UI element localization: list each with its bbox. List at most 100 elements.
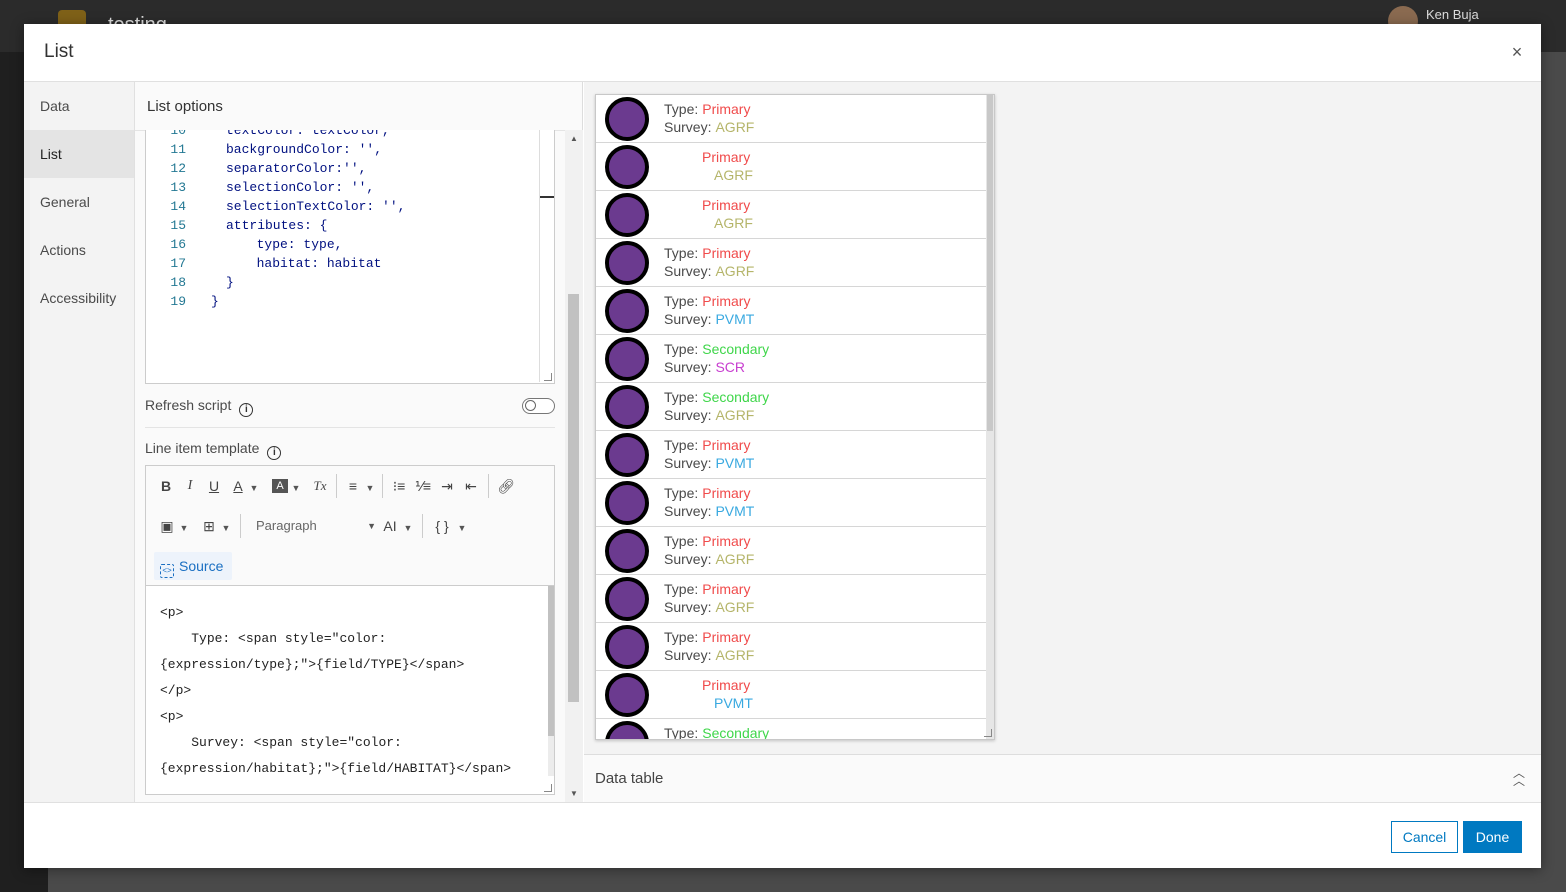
script-code-editor[interactable]: 10 textColor: textColor, 11 backgroundColor… xyxy=(145,130,555,384)
chevron-down-icon[interactable]: ▼ xyxy=(178,514,190,538)
item-type-line: Type: Primary xyxy=(664,484,754,502)
source-button-label: Source xyxy=(179,558,224,574)
item-symbol-icon xyxy=(605,145,649,189)
scroll-up-icon[interactable]: ▲ xyxy=(565,134,583,143)
bulleted-list-icon[interactable]: ⁝≡ xyxy=(390,474,408,498)
close-icon[interactable]: × xyxy=(1507,42,1527,62)
survey-value: SCR xyxy=(715,359,746,375)
list-item[interactable]: Type: Primary Survey: AGRF xyxy=(596,623,988,671)
type-value: Primary xyxy=(702,485,751,501)
resize-handle-icon[interactable] xyxy=(544,373,552,381)
dialog-footer: Cancel Done xyxy=(24,802,1541,868)
italic-button[interactable]: I xyxy=(182,474,198,498)
toolbar-divider xyxy=(422,514,423,538)
list-item[interactable]: Type: Secondary xyxy=(596,719,988,739)
scroll-down-icon[interactable]: ▼ xyxy=(565,789,583,798)
scrollbar-thumb[interactable] xyxy=(568,294,579,702)
list-scrollbar[interactable] xyxy=(986,95,994,739)
paragraph-format-select[interactable]: Paragraph ▼ xyxy=(254,514,376,538)
item-type-line: Type: Primary xyxy=(664,292,754,310)
item-text: Type: Secondary Survey: SCR xyxy=(664,340,769,376)
info-icon[interactable]: i xyxy=(267,446,282,460)
list-options-title: List options xyxy=(147,98,223,115)
survey-value: PVMT xyxy=(715,455,755,471)
refresh-script-toggle[interactable] xyxy=(522,398,555,414)
nav-item-list[interactable]: List xyxy=(24,130,134,178)
chevron-down-icon[interactable]: ▼ xyxy=(402,514,414,538)
indent-icon[interactable]: ⇥ xyxy=(438,474,456,498)
list-item[interactable]: Type: Primary Survey: AGRF xyxy=(596,527,988,575)
list-item[interactable]: Type: Primary Survey: AGRF xyxy=(596,575,988,623)
code-line: 14 selectionTextColor: '', xyxy=(146,199,554,218)
chevron-down-icon[interactable]: ▼ xyxy=(248,474,260,498)
list-preview-area: Type: Primary Survey: AGRF Primary AGRF Primar… xyxy=(584,82,1541,754)
list-item[interactable]: Type: Primary Survey: PVMT xyxy=(596,287,988,335)
survey-value: AGRF xyxy=(715,599,755,615)
list-item[interactable]: Primary AGRF xyxy=(596,143,988,191)
survey-label: Survey: xyxy=(664,455,712,471)
type-label: Type: xyxy=(664,389,699,405)
type-label: Type: xyxy=(664,293,699,309)
resize-handle-icon[interactable] xyxy=(984,729,992,737)
background-color-button[interactable]: A xyxy=(272,479,288,493)
chevron-double-up-icon[interactable]: ︿ ︿ xyxy=(1513,767,1525,787)
item-symbol-icon xyxy=(605,529,649,573)
outdent-icon[interactable]: ⇤ xyxy=(462,474,480,498)
list-item[interactable]: Type: Secondary Survey: SCR xyxy=(596,335,988,383)
done-button[interactable]: Done xyxy=(1463,821,1522,853)
chevron-down-icon[interactable]: ▼ xyxy=(220,514,232,538)
chevron-down-icon[interactable]: ▼ xyxy=(290,474,302,498)
clear-formatting-button[interactable]: Tx xyxy=(310,474,330,498)
item-symbol-icon xyxy=(605,625,649,669)
source-button[interactable]: <> Source xyxy=(154,552,232,580)
item-symbol-icon xyxy=(605,289,649,333)
source-icon: <> xyxy=(160,564,174,578)
template-scrollbar[interactable] xyxy=(548,586,554,776)
info-icon[interactable]: i xyxy=(239,403,254,417)
link-icon[interactable]: 🔗︎ xyxy=(496,474,516,498)
scrollbar-thumb[interactable] xyxy=(548,586,554,736)
item-survey-line: Survey: AGRF xyxy=(664,550,754,568)
survey-label: Survey: xyxy=(664,359,712,375)
nav-item-actions[interactable]: Actions xyxy=(24,226,134,274)
list-item[interactable]: Primary AGRF xyxy=(596,191,988,239)
chevron-down-icon[interactable]: ▼ xyxy=(456,514,468,538)
item-survey-line: Survey: AGRF xyxy=(664,118,754,136)
template-source-textarea[interactable]: <p> Type: <span style="color: {expressio… xyxy=(148,588,548,776)
list-item[interactable]: Type: Primary Survey: PVMT xyxy=(596,479,988,527)
list-item[interactable]: Type: Secondary Survey: AGRF xyxy=(596,383,988,431)
nav-item-accessibility[interactable]: Accessibility xyxy=(24,274,134,322)
item-symbol-icon xyxy=(605,577,649,621)
underline-button[interactable]: U xyxy=(206,474,222,498)
insert-table-icon[interactable]: ⊞ xyxy=(200,514,218,538)
insert-image-icon[interactable]: ▣ xyxy=(158,514,176,538)
nav-item-data[interactable]: Data xyxy=(24,82,134,130)
resize-handle-icon[interactable] xyxy=(544,784,552,792)
nav-item-general[interactable]: General xyxy=(24,178,134,226)
data-table-section[interactable]: Data table ︿ ︿ xyxy=(584,754,1541,802)
align-icon[interactable]: ≡ xyxy=(344,474,362,498)
type-value: Primary xyxy=(702,629,751,645)
code-text: selectionColor: '', xyxy=(226,180,375,195)
survey-label: Survey: xyxy=(664,551,712,567)
font-size-button[interactable]: AI xyxy=(380,514,400,538)
options-scrollbar[interactable]: ▲ ▼ xyxy=(565,130,583,802)
code-line: 17 habitat: habitat xyxy=(146,256,554,275)
list-item[interactable]: Primary PVMT xyxy=(596,671,988,719)
chevron-down-icon[interactable]: ▼ xyxy=(364,474,376,498)
line-number: 16 xyxy=(170,237,186,252)
cancel-button[interactable]: Cancel xyxy=(1391,821,1458,853)
item-type-line: Type: Secondary xyxy=(664,388,769,406)
code-line: 13 selectionColor: '', xyxy=(146,180,554,199)
list-item[interactable]: Type: Primary Survey: PVMT xyxy=(596,431,988,479)
item-symbol-icon xyxy=(605,673,649,717)
list-item[interactable]: Type: Primary Survey: AGRF xyxy=(596,95,988,143)
scrollbar-thumb[interactable] xyxy=(987,95,993,431)
insert-expression-button[interactable]: { } xyxy=(430,514,454,538)
numbered-list-icon[interactable]: ⅟≡ xyxy=(414,474,432,498)
bold-button[interactable]: B xyxy=(158,474,174,498)
survey-value: PVMT xyxy=(715,503,755,519)
font-color-button[interactable]: A xyxy=(230,474,246,498)
item-survey-line: PVMT xyxy=(664,694,753,712)
list-item[interactable]: Type: Primary Survey: AGRF xyxy=(596,239,988,287)
